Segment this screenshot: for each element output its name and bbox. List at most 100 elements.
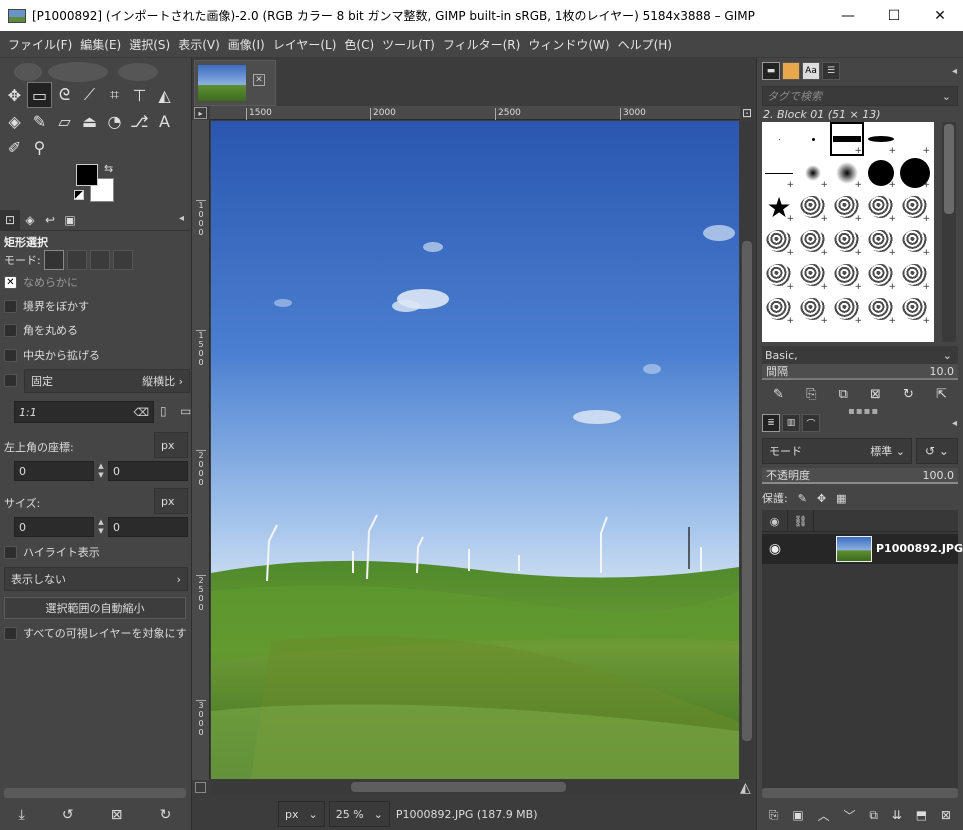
brush-item[interactable]: +: [898, 292, 932, 326]
highlight-option[interactable]: ハイライト表示: [4, 544, 100, 560]
warp-icon[interactable]: ◭: [152, 82, 177, 108]
menu-image[interactable]: 画像(I): [224, 36, 269, 53]
tool-options-tab-icon[interactable]: ⊡: [0, 209, 20, 230]
brush-item[interactable]: +: [830, 190, 864, 224]
raise-layer-icon[interactable]: ︿: [818, 807, 830, 824]
brush-item[interactable]: +: [864, 190, 898, 224]
fixed-combo[interactable]: 固定 縦横比 ›: [24, 369, 190, 393]
toolbox-scrollbar[interactable]: [4, 788, 186, 798]
text-icon[interactable]: A: [152, 108, 177, 134]
menu-view[interactable]: 表示(V): [174, 36, 224, 53]
brush-item[interactable]: +: [898, 190, 932, 224]
brushes-tab-icon[interactable]: ▬: [762, 62, 780, 80]
brush-item[interactable]: +: [796, 156, 830, 190]
brush-item[interactable]: +: [762, 224, 796, 258]
brush-item[interactable]: +: [796, 292, 830, 326]
mode-subtract-icon[interactable]: [89, 250, 110, 270]
size-w-spinner[interactable]: ▲ ▼: [95, 517, 107, 537]
edit-brush-icon[interactable]: ✎: [773, 387, 784, 402]
brush-item[interactable]: +: [864, 122, 898, 156]
bucket-fill-icon[interactable]: ◈: [2, 108, 27, 134]
menu-filters[interactable]: フィルター(R): [439, 36, 524, 53]
brush-item[interactable]: +: [762, 156, 796, 190]
size-w-input[interactable]: 0: [14, 517, 94, 537]
menu-colors[interactable]: 色(C): [340, 36, 378, 53]
foreground-color[interactable]: [76, 164, 98, 186]
brush-item[interactable]: +: [762, 292, 796, 326]
composite-mode-icon[interactable]: ↺ ⌄: [916, 438, 958, 464]
brush-item[interactable]: [796, 122, 830, 156]
tag-search-input[interactable]: タグで検索 ⌄: [762, 86, 958, 106]
brush-item[interactable]: ★ +: [762, 190, 796, 225]
navigate-icon[interactable]: ◭: [740, 780, 751, 796]
feather-checkbox[interactable]: [4, 299, 17, 313]
canvas-horizontal-scrollbar[interactable]: [211, 780, 739, 794]
canvas[interactable]: [211, 121, 739, 779]
swap-colors-icon[interactable]: ⇆: [104, 162, 113, 175]
patterns-tab-icon[interactable]: [782, 62, 800, 80]
dock-menu-icon[interactable]: ◂: [179, 213, 184, 224]
brush-item[interactable]: [762, 122, 796, 156]
clone-icon[interactable]: ⏏: [77, 108, 102, 134]
guides-combo[interactable]: 表示しない ›: [4, 567, 188, 591]
image-tab[interactable]: ✕: [194, 60, 276, 106]
position-unit-combo[interactable]: px: [154, 432, 188, 458]
refresh-brushes-icon[interactable]: ↻: [903, 387, 914, 402]
brush-grid[interactable]: + + + + + + + + ★ + + + + + + + + + + + + + + + + + + + +: [762, 122, 934, 342]
brushes-menu-icon[interactable]: ◂: [952, 66, 957, 77]
shrink-merged-checkbox[interactable]: [4, 626, 17, 640]
size-unit-combo[interactable]: px: [154, 488, 188, 514]
images-tab-icon[interactable]: ▣: [60, 210, 80, 230]
mask-layer-icon[interactable]: ⬒: [916, 808, 927, 822]
paintbrush-icon[interactable]: ✎: [27, 108, 52, 134]
color-area[interactable]: ⇆: [74, 162, 124, 204]
open-brush-icon[interactable]: ⇱: [936, 387, 947, 402]
expand-center-checkbox[interactable]: [4, 348, 17, 362]
brush-item[interactable]: +: [864, 292, 898, 326]
new-brush-icon[interactable]: ⎘: [806, 387, 816, 402]
paths-icon[interactable]: ⎇: [127, 108, 152, 134]
lock-position-icon[interactable]: ✥: [817, 492, 826, 505]
canvas-menu-icon[interactable]: ▸: [194, 107, 207, 119]
expand-center-option[interactable]: 中央から拡げる: [4, 347, 100, 363]
brush-item[interactable]: +: [796, 258, 830, 292]
clear-icon[interactable]: ⌫: [133, 406, 149, 419]
zoom-icon[interactable]: ⚲: [27, 134, 52, 160]
position-x-input[interactable]: 0: [14, 461, 94, 481]
new-layer-icon[interactable]: ⎘: [769, 808, 779, 823]
size-h-input[interactable]: 0: [108, 517, 188, 537]
close-tab-icon[interactable]: ✕: [253, 74, 265, 86]
paths-tab-icon[interactable]: ⌒: [802, 414, 820, 432]
duplicate-layer-icon[interactable]: ⧉: [869, 808, 878, 823]
fonts-tab-icon[interactable]: Aa: [802, 62, 820, 80]
merge-layer-icon[interactable]: ⇊: [892, 808, 902, 822]
spacing-slider[interactable]: 間隔 10.0: [762, 364, 958, 380]
zoom-fit-icon[interactable]: ⊡: [742, 106, 752, 120]
brush-item[interactable]: +: [864, 224, 898, 258]
lock-pixels-icon[interactable]: ✎: [798, 492, 807, 505]
channels-tab-icon[interactable]: ▥: [782, 414, 800, 432]
close-button[interactable]: ✕: [917, 0, 963, 31]
brush-scrollbar[interactable]: [942, 122, 956, 342]
fuzzy-select-icon[interactable]: ⟋: [77, 82, 102, 108]
feather-option[interactable]: 境界をぼかす: [4, 298, 89, 314]
maximize-button[interactable]: ☐: [871, 0, 917, 31]
duplicate-brush-icon[interactable]: ⧉: [839, 387, 848, 402]
rect-select-icon[interactable]: ▭: [27, 82, 52, 108]
brush-item[interactable]: +: [898, 156, 932, 190]
menu-select[interactable]: 選択(S): [125, 36, 174, 53]
shrink-merged-option[interactable]: すべての可視レイヤーを対象にす: [4, 625, 187, 641]
brush-item[interactable]: +: [864, 258, 898, 292]
layer-row[interactable]: ◉ P1000892.JPG: [762, 534, 963, 564]
delete-brush-icon[interactable]: ⊠: [870, 387, 881, 402]
layers-menu-icon[interactable]: ◂: [952, 418, 957, 429]
move-icon[interactable]: ✥: [2, 82, 27, 108]
default-colors-icon[interactable]: [74, 190, 84, 200]
new-layer-group-icon[interactable]: ▣: [792, 808, 803, 822]
dock-splitter[interactable]: ▪▪▪▪: [848, 406, 879, 417]
brush-item[interactable]: +: [762, 258, 796, 292]
mode-add-icon[interactable]: [66, 250, 87, 270]
layer-mode-combo[interactable]: モード 標準 ⌄: [762, 438, 912, 464]
menu-tools[interactable]: ツール(T): [378, 36, 439, 53]
lock-alpha-icon[interactable]: ▦: [836, 492, 846, 505]
